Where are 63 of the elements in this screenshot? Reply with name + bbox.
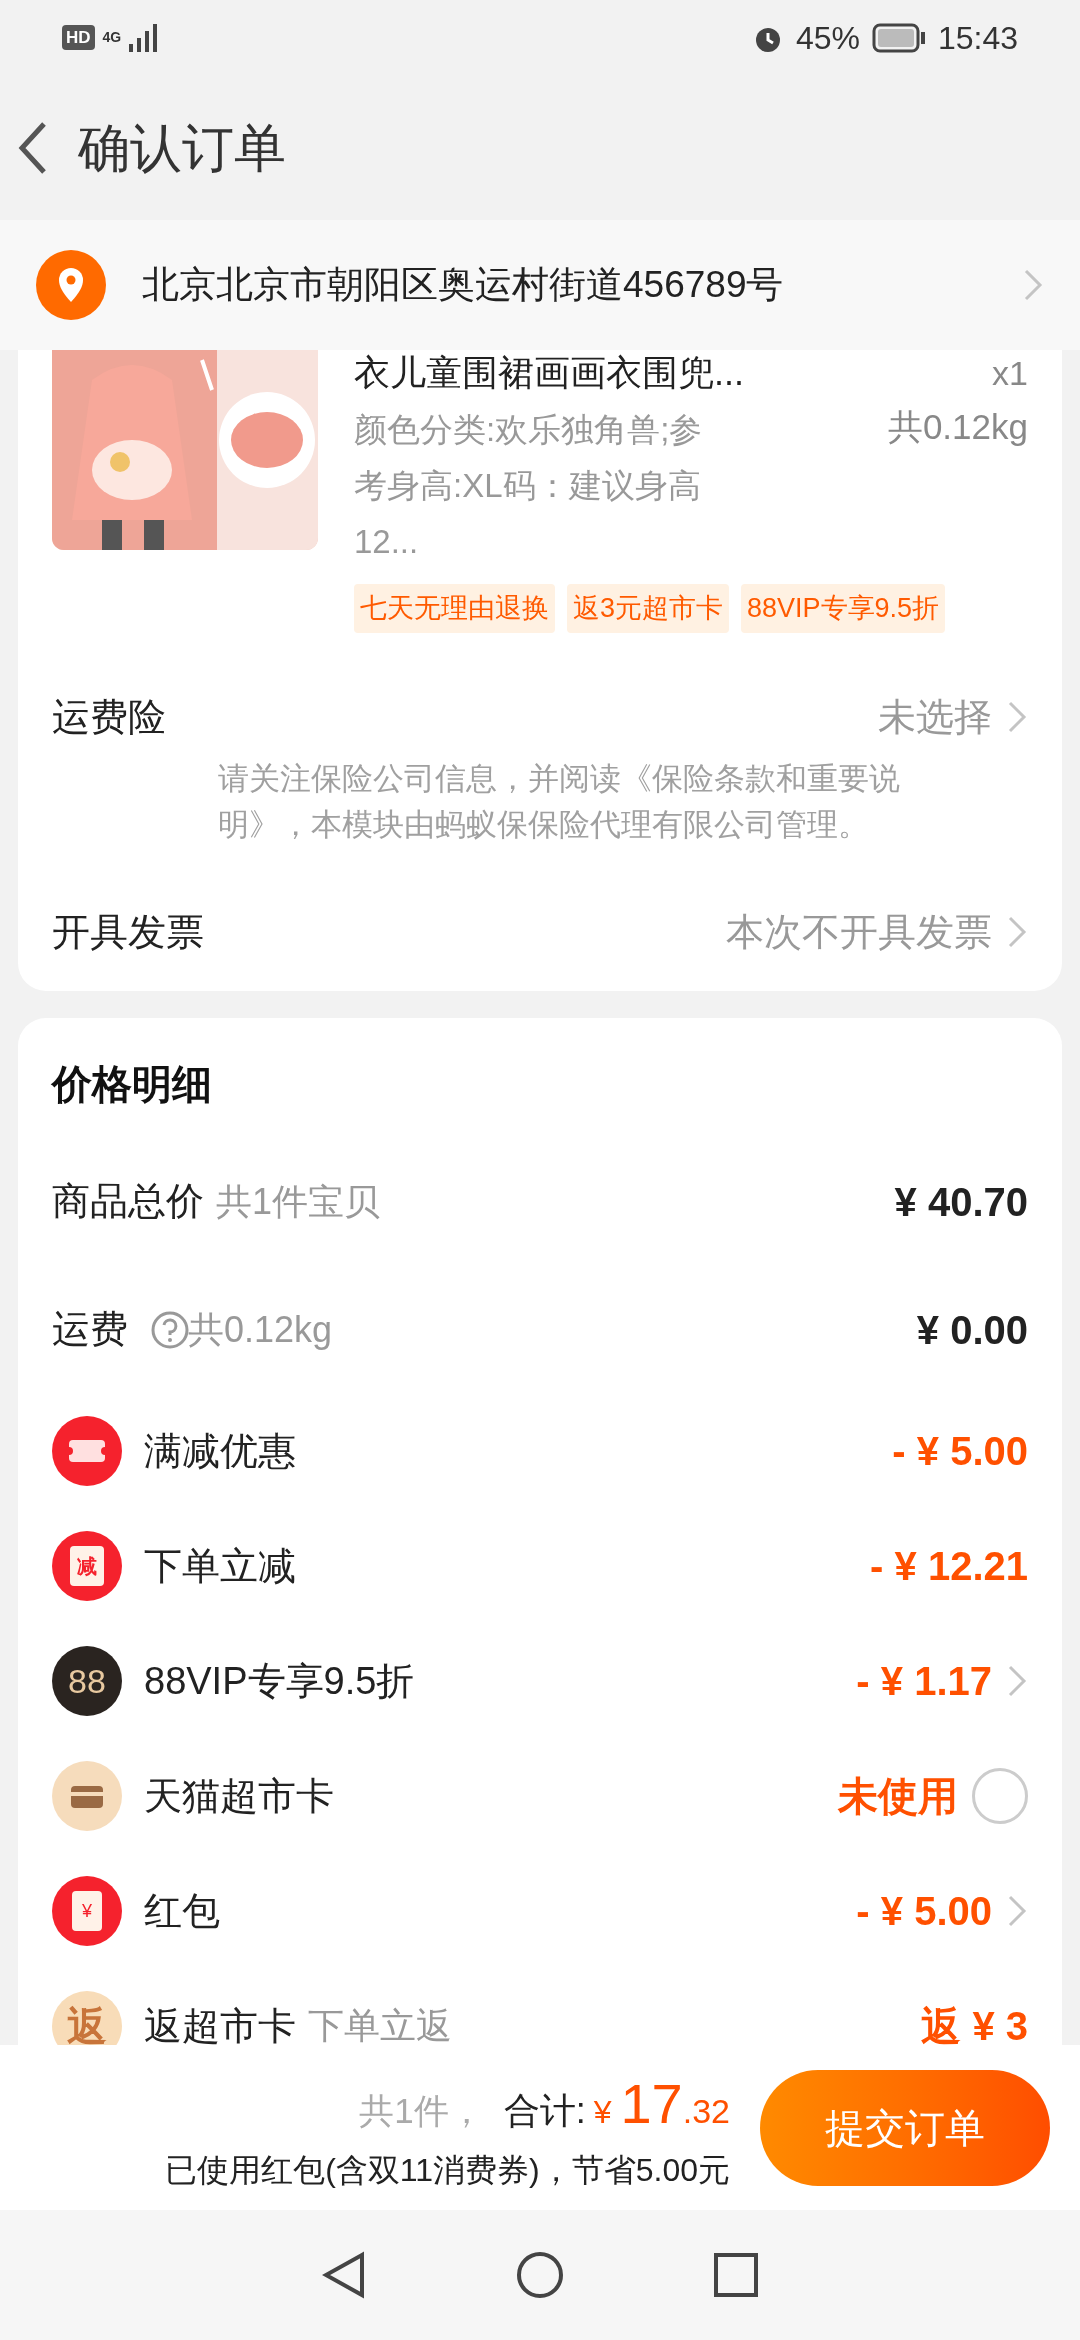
vip-badge-icon: 88 — [52, 1646, 122, 1716]
product-weight: 共0.12kg — [887, 406, 1028, 448]
help-icon[interactable] — [150, 1309, 190, 1350]
battery-icon — [871, 22, 926, 53]
row-label: 返超市卡 — [144, 2003, 296, 2045]
location-pin-icon — [36, 250, 106, 320]
chevron-icon — [1006, 699, 1028, 735]
option-value: 未选择 — [878, 694, 992, 740]
row-amount: - ¥ 1.17 — [856, 1658, 992, 1705]
option-value: 本次不开具发票 — [726, 909, 992, 955]
service-tag: 返3元超市卡 — [567, 584, 730, 633]
option-label: 开具发票 — [52, 909, 204, 955]
row-amount: - ¥ 12.21 — [870, 1543, 1028, 1590]
chevron-icon — [1022, 267, 1044, 303]
card-checkbox[interactable] — [972, 1768, 1028, 1824]
option-label: 运费险 — [52, 694, 166, 740]
chevron-icon — [1006, 1663, 1028, 1699]
row-amount: 未使用 — [838, 1773, 958, 1820]
hd-badge: HD — [62, 24, 95, 51]
address-text: 北京北京市朝阳区奥运村街道456789号 — [142, 263, 785, 308]
discount-badge-icon: 减 — [52, 1531, 122, 1601]
quantity: x1 — [992, 353, 1028, 394]
service-tag: 88VIP专享9.5折 — [741, 584, 946, 633]
row-label: 运费 — [52, 1307, 128, 1352]
card-icon — [52, 1761, 122, 1831]
row-label: 商品总价 — [52, 1179, 204, 1224]
row-amount: ¥ 40.70 — [894, 1178, 1028, 1226]
row-amount: - ¥ 5.00 — [892, 1428, 1028, 1475]
total-amount: ¥17.32 — [593, 2070, 730, 2137]
row-label: 88VIP专享9.5折 — [144, 1658, 415, 1704]
product-title: 衣儿童围裙画画衣围兜... — [354, 351, 744, 395]
envelope-icon: ¥ — [52, 1876, 122, 1946]
rebate-badge-icon: 返 — [52, 1991, 122, 2045]
row-amount: - ¥ 5.00 — [856, 1888, 992, 1935]
row-label: 天猫超市卡 — [144, 1773, 334, 1819]
product-spec: 颜色分类:欢乐独角兽;参考身高:XL码：建议身高12... — [354, 410, 704, 562]
section-title: 价格明细 — [52, 1060, 213, 1108]
row-label: 红包 — [144, 1888, 220, 1934]
back-nav-icon[interactable] — [322, 2251, 366, 2299]
row-label: 下单立减 — [144, 1543, 296, 1589]
row-sub-label: 共0.12kg — [188, 1307, 333, 1352]
address-bar[interactable]: 北京北京市朝阳区奥运村街道456789号 — [0, 220, 1080, 350]
insurance-note: 请关注保险公司信息，并阅读《保险条款和重要说明》，本模块由蚂蚁保保险代理有限公司管理。 — [218, 759, 901, 844]
home-nav-icon[interactable] — [516, 2251, 564, 2299]
item-count: 共1件， — [359, 2089, 484, 2132]
network-label: 4G — [102, 28, 122, 47]
option-row[interactable]: 开具发票 本次不开具发票 — [52, 903, 1028, 961]
battery-percent: 45% — [795, 18, 860, 58]
recents-nav-icon[interactable] — [714, 2253, 758, 2297]
total-label: 合计: — [503, 2088, 586, 2133]
row-amount: ¥ 0.00 — [916, 1306, 1028, 1354]
page-title: 确认订单 — [78, 117, 286, 179]
service-tag: 七天无理由退换 — [354, 584, 555, 633]
row-sub-label: 下单立返 — [308, 2004, 452, 2045]
chevron-icon — [1006, 1893, 1028, 1929]
savings-note: 已使用红包(含双11消费券)，节省5.00元 — [165, 2150, 730, 2190]
coupon-icon — [52, 1416, 122, 1486]
option-row[interactable]: 运费险 未选择 — [52, 688, 1028, 746]
row-sub-label: 共1件宝贝 — [216, 1179, 381, 1224]
chevron-icon — [1006, 914, 1028, 950]
row-label: 满减优惠 — [144, 1428, 296, 1474]
row-amount: 返 ¥ 3 — [921, 2003, 1028, 2045]
clock-time: 15:43 — [937, 18, 1018, 58]
